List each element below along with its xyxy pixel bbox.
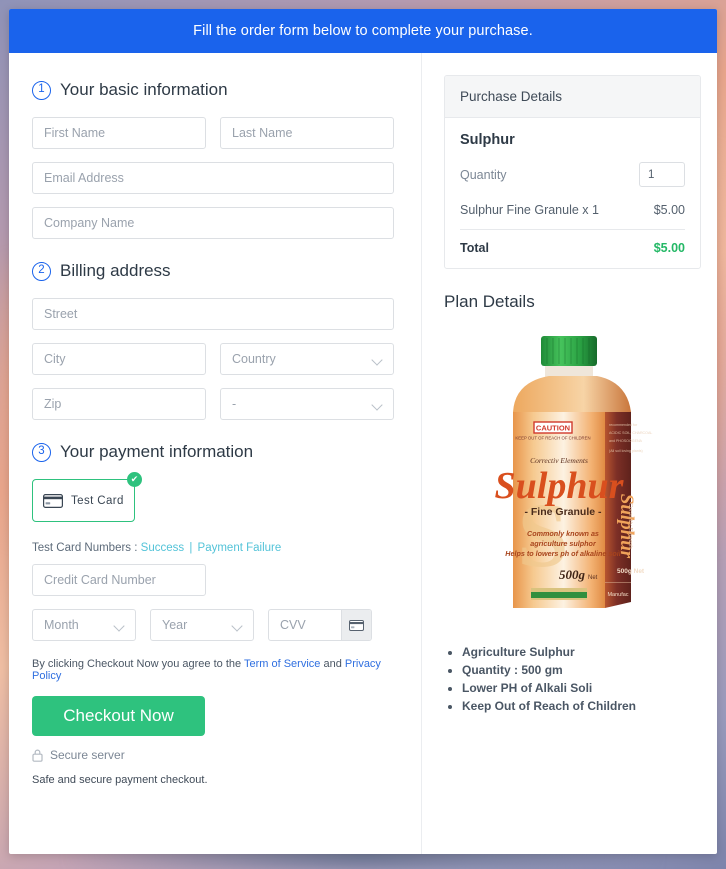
city-input[interactable]: City [32, 343, 206, 375]
secure-server-note: Secure server [32, 748, 394, 762]
svg-text:and PHOSOOGENA: and PHOSOOGENA [609, 439, 643, 443]
list-item: Keep Out of Reach of Children [462, 698, 701, 715]
checkout-page-card: Fill the order form below to complete yo… [9, 9, 717, 854]
section-header-billing-address: 2 Billing address [32, 261, 394, 281]
purchase-product-name: Sulphur [460, 132, 515, 148]
safe-checkout-note: Safe and secure payment checkout. [32, 774, 208, 786]
lock-icon [32, 749, 43, 762]
svg-text:Helps to lowers ph of alkaline: Helps to lowers ph of alkaline soil [505, 549, 621, 558]
credit-card-number-input[interactable]: Credit Card Number [32, 564, 206, 596]
check-circle-icon: ✔ [127, 472, 142, 487]
quantity-input[interactable]: 1 [639, 162, 685, 187]
street-row: Street [32, 298, 394, 330]
svg-text:Commonly known as: Commonly known as [527, 529, 599, 538]
line-item-row: Sulphur Fine Granule x 1 $5.00 [460, 203, 685, 230]
order-form-column: 1 Your basic information First Name Last… [9, 53, 422, 854]
purchase-details-header: Purchase Details [445, 76, 700, 118]
sulphur-package-image: S CAUTION KEEP OUT OF REACH OF CHILDREN … [494, 336, 652, 608]
street-input[interactable]: Street [32, 298, 394, 330]
expiry-year-select[interactable]: Year [150, 609, 254, 641]
summary-column: Purchase Details Sulphur Quantity 1 Sulp… [422, 53, 717, 854]
step-number-1: 1 [32, 80, 51, 100]
plan-feature-list: Agriculture Sulphur Quantity : 500 gm Lo… [462, 644, 701, 715]
svg-text:500g: 500g [559, 567, 586, 582]
company-name-input[interactable]: Company Name [32, 207, 394, 239]
email-input[interactable]: Email Address [32, 162, 394, 194]
list-item: Quantity : 500 gm [462, 662, 701, 679]
product-image-container: S CAUTION KEEP OUT OF REACH OF CHILDREN … [444, 326, 701, 626]
line-item-label: Sulphur Fine Granule x 1 [460, 203, 599, 217]
list-item: Lower PH of Alkali Soli [462, 680, 701, 697]
svg-text:Correctiv Elements: Correctiv Elements [627, 503, 633, 550]
cvv-placeholder: CVV [280, 618, 306, 632]
test-card-separator: | [189, 542, 193, 554]
purchase-details-panel: Purchase Details Sulphur Quantity 1 Sulp… [444, 75, 701, 269]
cvv-card-icon [341, 610, 371, 640]
payment-method-test-card[interactable]: Test Card ✔ [32, 472, 142, 522]
cvv-input[interactable]: CVV [268, 609, 372, 641]
zip-input[interactable]: Zip [32, 388, 206, 420]
banner: Fill the order form below to complete yo… [9, 9, 717, 53]
expiry-month-select[interactable]: Month [32, 609, 136, 641]
plan-details-title: Plan Details [444, 292, 535, 311]
last-name-input[interactable]: Last Name [220, 117, 394, 149]
step-number-3: 3 [32, 442, 51, 462]
expiry-cvv-row: Month Year CVV [32, 609, 394, 641]
city-country-row: City Country [32, 343, 394, 375]
section-title-basic-information: Your basic information [60, 80, 228, 99]
terms-agreement-text: By clicking Checkout Now you agree to th… [32, 658, 394, 682]
checkout-now-button[interactable]: Checkout Now [32, 696, 205, 736]
country-select[interactable]: Country [220, 343, 394, 375]
first-name-input[interactable]: First Name [32, 117, 206, 149]
terms-middle: and [323, 658, 342, 670]
section-header-basic-information: 1 Your basic information [32, 80, 394, 100]
quantity-label: Quantity [460, 167, 507, 182]
term-of-service-link[interactable]: Term of Service [244, 658, 320, 670]
test-card-success-link[interactable]: Success [141, 542, 184, 554]
svg-text:recommended for: recommended for [609, 423, 638, 427]
svg-text:- Fine Granule -: - Fine Granule - [524, 506, 602, 518]
quantity-row: Quantity 1 [460, 162, 685, 187]
svg-text:(All soil loving plants): (All soil loving plants) [609, 449, 643, 453]
purchase-details-body: Sulphur Quantity 1 Sulphur Fine Granule … [445, 118, 700, 268]
line-item-price: $5.00 [653, 203, 685, 217]
svg-text:500g Net: 500g Net [617, 568, 645, 575]
page-body: 1 Your basic information First Name Last… [9, 53, 717, 854]
total-row: Total $5.00 [460, 230, 685, 255]
total-label: Total [460, 241, 489, 255]
credit-card-icon [43, 493, 63, 508]
svg-text:Manufac: Manufac [607, 592, 628, 598]
test-card-prefix: Test Card Numbers : [32, 542, 138, 554]
test-card-failure-link[interactable]: Payment Failure [198, 542, 282, 554]
svg-text:Net: Net [588, 575, 598, 581]
test-card-numbers-line: Test Card Numbers : Success | Payment Fa… [32, 542, 394, 554]
svg-text:Correctiv Elements: Correctiv Elements [530, 456, 588, 465]
state-select[interactable]: - [220, 388, 394, 420]
secure-server-label: Secure server [50, 748, 125, 762]
company-row: Company Name [32, 207, 394, 239]
total-price: $5.00 [653, 241, 685, 255]
card-number-row: Credit Card Number [32, 564, 394, 596]
svg-text:ACIDIC SOIL, CHARCOAL: ACIDIC SOIL, CHARCOAL [609, 431, 652, 435]
section-title-payment-information: Your payment information [60, 442, 254, 461]
name-row: First Name Last Name [32, 117, 394, 149]
svg-text:KEEP OUT OF REACH OF CHILDREN: KEEP OUT OF REACH OF CHILDREN [515, 436, 590, 441]
terms-prefix: By clicking Checkout Now you agree to th… [32, 658, 242, 670]
section-title-billing-address: Billing address [60, 261, 171, 280]
svg-text:Sulphur: Sulphur [494, 465, 624, 507]
list-item: Agriculture Sulphur [462, 644, 701, 661]
step-number-2: 2 [32, 261, 51, 281]
section-header-payment-information: 3 Your payment information [32, 442, 394, 462]
email-row: Email Address [32, 162, 394, 194]
zip-state-row: Zip - [32, 388, 394, 420]
svg-text:agriculture sulphor: agriculture sulphor [530, 539, 597, 548]
svg-text:CAUTION: CAUTION [535, 424, 569, 433]
banner-text: Fill the order form below to complete yo… [193, 23, 533, 39]
payment-method-label: Test Card [71, 494, 124, 507]
